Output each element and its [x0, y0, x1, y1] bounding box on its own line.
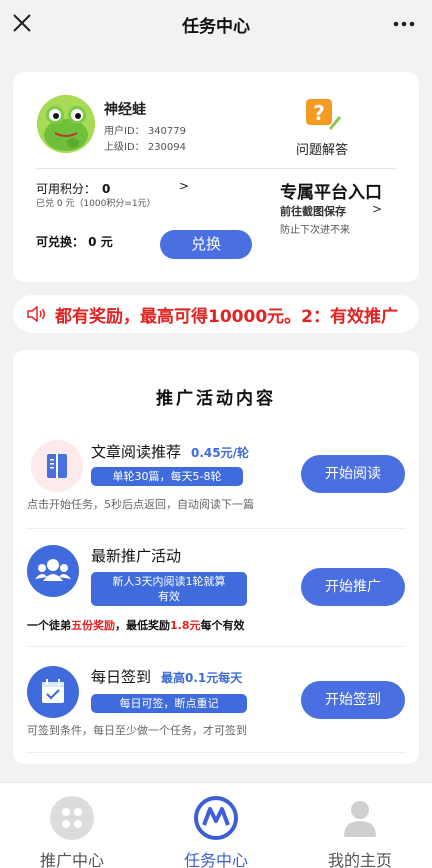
start-reading-button[interactable]: 开始阅读: [301, 455, 405, 493]
platform-note: 防止下次进不来: [280, 225, 350, 236]
group-icon: [27, 545, 79, 597]
grid-icon: [50, 796, 94, 840]
calendar-check-icon: [27, 666, 79, 718]
platform-entry-title[interactable]: 专属平台入口: [280, 178, 382, 203]
reading-icon: [31, 440, 83, 492]
speaker-icon: [27, 306, 45, 322]
frog-avatar-image: [37, 95, 95, 153]
notice-text: 都有奖励，最高可得10000元。2：有效推广: [55, 307, 398, 327]
more-dots-icon[interactable]: [392, 14, 416, 34]
tab-label: 我的主页: [327, 851, 392, 868]
activity-note: 点击开始任务，5秒后点返回，自动阅读下一篇: [27, 498, 254, 511]
notice-marquee: 都有奖励，最高可得10000元。2：有效推广: [13, 295, 419, 333]
redeemed-text: 已兑 0 元（1000积分=1元）: [36, 199, 156, 209]
avatar[interactable]: [37, 95, 95, 153]
tab-label: 推广中心: [39, 851, 104, 868]
start-checkin-button[interactable]: 开始签到: [301, 681, 405, 719]
task-center-icon: [194, 796, 238, 840]
profile-card: 神经蛙 用户ID： 340779 上级ID： 230094 ? 问题解答 可用积…: [13, 72, 419, 282]
activity-pill: 单轮30篇，每天5-8轮: [91, 467, 243, 486]
activity-title: 文章阅读推荐 0.45元/轮: [91, 443, 250, 461]
platform-entry-subtitle[interactable]: 前往截图保存: [280, 203, 346, 219]
activity-pill: 新人3天内阅读1轮就算 有效: [91, 572, 247, 606]
parent-id: 上级ID： 230094: [104, 142, 187, 153]
activity-reward: 最高0.1元每天: [161, 671, 243, 685]
start-promotion-button[interactable]: 开始推广: [301, 568, 405, 606]
divider: [27, 528, 405, 529]
bottom-tab-bar: 推广中心 任务中心 我的主页: [0, 782, 432, 868]
faq-label[interactable]: 问题解答: [296, 139, 348, 158]
points-arrow-icon[interactable]: >: [179, 179, 189, 193]
divider: [27, 752, 405, 753]
activity-reward: 0.45元/轮: [191, 446, 250, 460]
points-value: 0: [102, 182, 111, 196]
tab-my-home[interactable]: 我的主页: [288, 795, 432, 868]
svg-text:?: ?: [313, 101, 325, 125]
divider: [27, 646, 405, 647]
points-row[interactable]: 可用积分： 0: [36, 180, 110, 197]
activity-pill: 每日可签，断点重记: [91, 694, 247, 713]
points-label: 可用积分：: [36, 182, 97, 196]
person-icon: [344, 801, 376, 837]
divider: [35, 168, 397, 169]
user-id: 用户ID： 340779: [104, 126, 187, 137]
activities-title: 推广活动内容: [156, 389, 276, 409]
user-name: 神经蛙: [104, 102, 146, 118]
activity-title: 最新推广活动: [91, 547, 182, 565]
activity-note: 一个徒弟五份奖励，最低奖励1.8元每个有效: [27, 619, 245, 632]
activity-title: 每日签到 最高0.1元每天: [91, 668, 243, 686]
activity-note: 可签到条件，每日至少做一个任务，才可签到: [27, 724, 247, 737]
question-icon[interactable]: ?: [305, 98, 341, 132]
exchangeable-amount: 可兑换： 0 元: [36, 235, 113, 249]
exchange-button[interactable]: 兑换: [160, 230, 252, 259]
platform-arrow-icon[interactable]: >: [372, 202, 382, 216]
top-bar: 任务中心: [0, 0, 432, 48]
tab-promotion-center[interactable]: 推广中心: [0, 795, 144, 868]
page-title: 任务中心: [182, 17, 250, 37]
tab-label: 任务中心: [183, 851, 248, 868]
tab-task-center[interactable]: 任务中心: [144, 795, 288, 868]
activities-card: 推广活动内容 文章阅读推荐 0.45元/轮 单轮30篇，每天5-8轮 开始阅读 点…: [13, 350, 419, 764]
